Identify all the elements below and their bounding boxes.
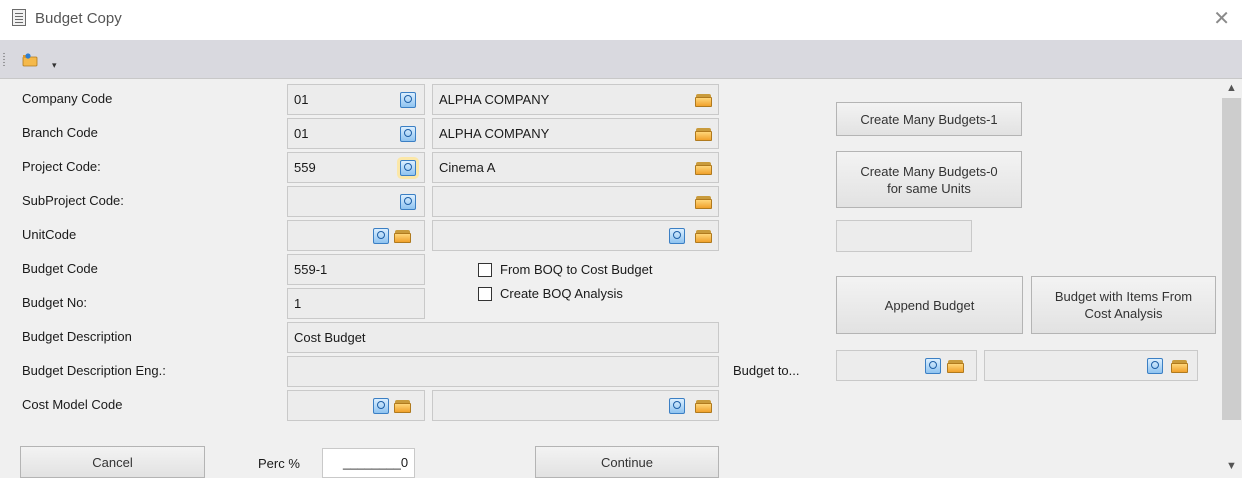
project-name-value: Cinema A: [439, 160, 496, 175]
create-many-budgets-0-label-line1: Create Many Budgets-0: [860, 163, 998, 179]
toolbar: [0, 40, 1242, 79]
budget-description-label: Budget Description: [22, 329, 132, 344]
branch-name-field[interactable]: ALPHA COMPANY: [432, 118, 719, 149]
branch-code-label: Branch Code: [22, 125, 98, 140]
open-folder-icon[interactable]: [394, 400, 411, 413]
title-bar: Budget Copy ✕: [0, 0, 1242, 40]
open-folder-icon[interactable]: [695, 162, 712, 175]
cancel-label: Cancel: [92, 454, 133, 470]
append-budget-button[interactable]: Append Budget: [836, 276, 1023, 334]
scroll-down-arrow-icon[interactable]: ▼: [1226, 460, 1237, 472]
perc-value: ________0: [343, 455, 409, 470]
open-folder-icon[interactable]: [394, 230, 411, 243]
subproject-code-label: SubProject Code:: [22, 193, 124, 208]
lookup-icon[interactable]: [1147, 358, 1163, 374]
create-many-budgets-0-label-line2: for same Units: [887, 180, 971, 196]
perc-input[interactable]: ________0: [322, 448, 415, 478]
budget-description-eng-field[interactable]: [287, 356, 719, 387]
branch-name-value: ALPHA COMPANY: [439, 126, 550, 141]
perc-label: Perc %: [258, 456, 300, 471]
project-code-label: Project Code:: [22, 159, 101, 174]
budget-to-label: Budget to...: [733, 363, 800, 378]
scroll-up-arrow-icon[interactable]: ▲: [1226, 82, 1237, 94]
continue-label: Continue: [600, 454, 654, 470]
company-code-value: 01: [294, 92, 309, 107]
lookup-icon[interactable]: [669, 398, 685, 414]
cost-model-code-field[interactable]: [287, 390, 425, 421]
from-boq-checkbox[interactable]: [478, 263, 492, 277]
toolbar-grip[interactable]: [3, 52, 5, 66]
lookup-icon[interactable]: [400, 194, 416, 210]
company-name-value: ALPHA COMPANY: [439, 92, 550, 107]
subproject-code-field[interactable]: [287, 186, 425, 217]
create-boq-analysis-label: Create BOQ Analysis: [500, 286, 623, 301]
open-folder-icon[interactable]: [1171, 360, 1188, 373]
budget-no-label: Budget No:: [22, 295, 88, 310]
budget-to-code-field[interactable]: [836, 350, 977, 381]
create-many-budgets-1-label: Create Many Budgets-1: [860, 111, 998, 127]
branch-code-field[interactable]: 01: [287, 118, 425, 149]
project-code-field[interactable]: 559: [287, 152, 425, 183]
budget-description-value: Cost Budget: [294, 330, 366, 345]
extra-input[interactable]: [836, 220, 972, 252]
company-name-field[interactable]: ALPHA COMPANY: [432, 84, 719, 115]
unit-name-field[interactable]: [432, 220, 719, 251]
budget-description-field[interactable]: Cost Budget: [287, 322, 719, 353]
window-title: Budget Copy: [35, 10, 122, 27]
folder-with-pen-icon: [22, 53, 38, 67]
budget-description-eng-label: Budget Description Eng.:: [22, 363, 166, 378]
toolbar-action-button[interactable]: [18, 50, 44, 74]
budget-with-items-button[interactable]: Budget with Items From Cost Analysis: [1031, 276, 1216, 334]
open-folder-icon[interactable]: [695, 128, 712, 141]
open-folder-icon[interactable]: [695, 196, 712, 209]
document-icon: [12, 9, 26, 26]
budget-with-items-label-line1: Budget with Items From: [1054, 289, 1193, 304]
dropdown-arrow-icon[interactable]: ▾: [52, 60, 62, 72]
lookup-icon[interactable]: [400, 160, 416, 176]
scrollbar-thumb[interactable]: [1222, 98, 1241, 420]
open-folder-icon[interactable]: [695, 94, 712, 107]
from-boq-label: From BOQ to Cost Budget: [500, 262, 653, 277]
unit-code-label: UnitCode: [22, 227, 77, 242]
open-folder-icon[interactable]: [947, 360, 964, 373]
create-many-budgets-0-button[interactable]: Create Many Budgets-0 for same Units: [836, 151, 1022, 208]
create-many-budgets-1-button[interactable]: Create Many Budgets-1: [836, 102, 1022, 136]
close-icon[interactable]: ✕: [1213, 6, 1230, 31]
budget-code-value: 559-1: [294, 262, 328, 277]
lookup-icon[interactable]: [925, 358, 941, 374]
lookup-icon[interactable]: [373, 228, 389, 244]
budget-no-value: 1: [294, 296, 302, 311]
budget-to-name-field[interactable]: [984, 350, 1198, 381]
lookup-icon[interactable]: [400, 92, 416, 108]
cost-model-code-label: Cost Model Code: [22, 397, 123, 412]
budget-with-items-label-line2: Cost Analysis: [1084, 306, 1163, 321]
lookup-icon[interactable]: [373, 398, 389, 414]
budget-code-label: Budget Code: [22, 261, 98, 276]
create-boq-analysis-checkbox[interactable]: [478, 287, 492, 301]
open-folder-icon[interactable]: [695, 230, 712, 243]
open-folder-icon[interactable]: [695, 400, 712, 413]
cost-model-name-field[interactable]: [432, 390, 719, 421]
project-name-field[interactable]: Cinema A: [432, 152, 719, 183]
project-code-value: 559: [294, 160, 316, 175]
company-code-field[interactable]: 01: [287, 84, 425, 115]
company-code-label: Company Code: [22, 91, 113, 106]
lookup-icon[interactable]: [669, 228, 685, 244]
budget-code-field[interactable]: 559-1: [287, 254, 425, 285]
subproject-name-field[interactable]: [432, 186, 719, 217]
lookup-icon[interactable]: [400, 126, 416, 142]
cancel-button[interactable]: Cancel: [20, 446, 205, 478]
branch-code-value: 01: [294, 126, 309, 141]
continue-button[interactable]: Continue: [535, 446, 719, 478]
append-budget-label: Append Budget: [884, 297, 975, 313]
budget-no-field[interactable]: 1: [287, 288, 425, 319]
unit-code-field[interactable]: [287, 220, 425, 251]
